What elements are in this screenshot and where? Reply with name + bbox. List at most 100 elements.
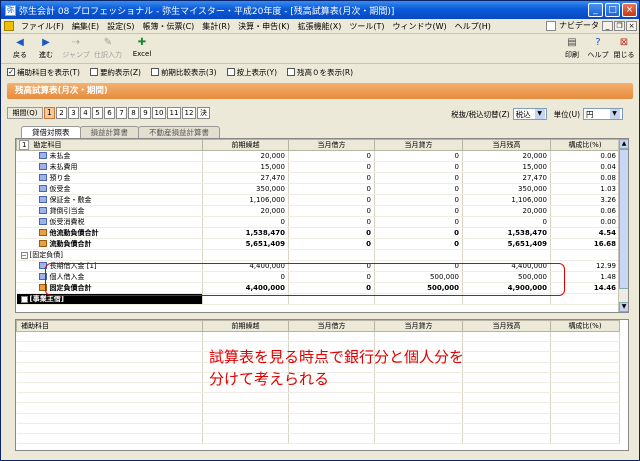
table-row[interactable]: 預り金 27,470 0 0 27,470 0.08 [16, 172, 620, 184]
show-sub-accounts-checkbox[interactable]: ✓ 補助科目を表示(T) [7, 67, 80, 78]
empty-cell[interactable] [202, 402, 289, 414]
account-name-cell[interactable]: 他流動負債合計 [16, 227, 203, 239]
menu-extensions[interactable]: 拡張機能(X) [294, 21, 346, 32]
scroll-thumb[interactable] [619, 149, 628, 289]
scroll-up-icon[interactable]: ▲ [619, 139, 628, 149]
empty-cell[interactable] [462, 362, 551, 373]
prev-cell[interactable]: 5,651,409 [202, 238, 289, 250]
ratio-cell[interactable]: 0.08 [550, 172, 620, 184]
balance-cell[interactable]: 1,538,470 [462, 227, 551, 239]
credit-cell[interactable]: 0 [374, 194, 463, 206]
empty-cell[interactable] [550, 372, 620, 383]
debit-cell[interactable]: 0 [288, 238, 375, 250]
tax-select[interactable]: 税込 ▼ [512, 108, 547, 120]
unit-select[interactable]: 円 ▼ [583, 108, 623, 120]
balance-cell[interactable]: 0 [462, 216, 551, 228]
empty-cell[interactable] [16, 413, 203, 424]
credit-cell[interactable]: 0 [374, 161, 463, 173]
prev-cell[interactable]: 15,000 [202, 161, 289, 173]
column-header[interactable]: 前期繰越 [202, 320, 289, 332]
credit-cell[interactable]: 0 [374, 216, 463, 228]
empty-cell[interactable] [462, 392, 551, 404]
table-row[interactable]: 未払費用 15,000 0 0 15,000 0.04 [16, 161, 620, 173]
empty-cell[interactable] [462, 413, 551, 424]
table-row[interactable] [16, 331, 620, 343]
empty-cell[interactable] [462, 341, 551, 353]
empty-cell[interactable] [462, 372, 551, 383]
balance-cell[interactable]: 20,000 [462, 150, 551, 162]
column-header[interactable]: 1 勘定科目 [16, 139, 203, 151]
prev-cell[interactable]: 20,000 [202, 150, 289, 162]
menu-file[interactable]: ファイル(F) [17, 21, 68, 32]
prev-cell[interactable] [202, 249, 289, 261]
prev-cell[interactable]: 1,538,470 [202, 227, 289, 239]
balance-cell[interactable]: 350,000 [462, 183, 551, 195]
empty-cell[interactable] [550, 413, 620, 424]
prev-cell[interactable]: 350,000 [202, 183, 289, 195]
debit-cell[interactable]: 0 [288, 227, 375, 239]
column-header[interactable]: 前期繰越 [202, 139, 289, 151]
child-restore-button[interactable]: ❐ [614, 21, 625, 31]
table-row[interactable]: 仮受金 350,000 0 0 350,000 1.03 [16, 183, 620, 195]
empty-cell[interactable] [16, 382, 203, 394]
empty-cell[interactable] [374, 433, 463, 445]
empty-cell[interactable] [462, 433, 551, 445]
empty-cell[interactable] [550, 402, 620, 414]
balance-cell[interactable] [462, 249, 551, 261]
navi-data-toggle[interactable]: ナビデータ [546, 20, 599, 31]
month-11-button[interactable]: 11 [167, 107, 181, 119]
jump-button[interactable]: ⇢ ジャンプ [61, 37, 91, 63]
empty-cell[interactable] [374, 392, 463, 404]
balance-cell[interactable]: 20,000 [462, 205, 551, 217]
tab-real-estate-income[interactable]: 不動産損益計算書 [138, 126, 220, 138]
empty-cell[interactable] [288, 331, 375, 343]
table-row[interactable]: 保証金・敷金 1,106,000 0 0 1,106,000 3.26 [16, 194, 620, 206]
journal-entry-button[interactable]: ✎ 仕訳入力 [93, 37, 123, 63]
month-10-button[interactable]: 10 [152, 107, 166, 119]
month-7-button[interactable]: 7 [116, 107, 127, 119]
table-row[interactable] [16, 413, 620, 424]
empty-cell[interactable] [550, 382, 620, 394]
ratio-cell[interactable]: 0.00 [550, 216, 620, 228]
empty-cell[interactable] [16, 402, 203, 414]
close-report-button[interactable]: ⊠ 閉じる [609, 37, 639, 63]
ratio-cell[interactable]: 1.03 [550, 183, 620, 195]
empty-cell[interactable] [550, 331, 620, 343]
table-row[interactable]: 他流動負債合計 1,538,470 0 0 1,538,470 4.54 [16, 227, 620, 239]
column-header[interactable]: 当月貸方 [374, 139, 463, 151]
empty-cell[interactable] [374, 413, 463, 424]
debit-cell[interactable]: 0 [288, 150, 375, 162]
menu-books[interactable]: 帳簿・伝票(C) [138, 21, 198, 32]
child-close-button[interactable]: × [626, 21, 637, 31]
prev-cell[interactable]: 20,000 [202, 205, 289, 217]
table-row[interactable] [16, 423, 620, 434]
account-name-cell[interactable]: 保証金・敷金 [16, 194, 203, 206]
month-2-button[interactable]: 2 [56, 107, 67, 119]
month-9-button[interactable]: 9 [140, 107, 151, 119]
prev-cell[interactable]: 27,470 [202, 172, 289, 184]
credit-cell[interactable]: 0 [374, 183, 463, 195]
empty-cell[interactable] [202, 423, 289, 434]
ratio-cell[interactable]: 16.68 [550, 238, 620, 250]
credit-cell[interactable]: 0 [374, 205, 463, 217]
debit-cell[interactable]: 0 [288, 194, 375, 206]
column-header[interactable]: 当月残高 [462, 320, 551, 332]
month-12-button[interactable]: 12 [182, 107, 196, 119]
account-name-cell[interactable]: 未払金 [16, 150, 203, 162]
menu-closing[interactable]: 決算・申告(K) [234, 21, 294, 32]
month-3-button[interactable]: 3 [68, 107, 79, 119]
prior-period-compare-checkbox[interactable]: 前期比較表示(3) [150, 67, 217, 78]
empty-cell[interactable] [202, 331, 289, 343]
empty-cell[interactable] [462, 423, 551, 434]
scroll-down-icon[interactable]: ▼ [619, 302, 628, 312]
prev-cell[interactable]: 1,106,000 [202, 194, 289, 206]
menu-edit[interactable]: 編集(E) [68, 21, 103, 32]
table-row[interactable]: 流動負債合計 5,651,409 0 0 5,651,409 16.68 [16, 238, 620, 250]
empty-cell[interactable] [202, 392, 289, 404]
maximize-button[interactable]: □ [605, 3, 620, 17]
empty-cell[interactable] [16, 362, 203, 373]
ratio-cell[interactable]: 3.26 [550, 194, 620, 206]
empty-cell[interactable] [16, 423, 203, 434]
empty-cell[interactable] [288, 392, 375, 404]
table-row[interactable]: 貸倒引当金 20,000 0 0 20,000 0.06 [16, 205, 620, 217]
